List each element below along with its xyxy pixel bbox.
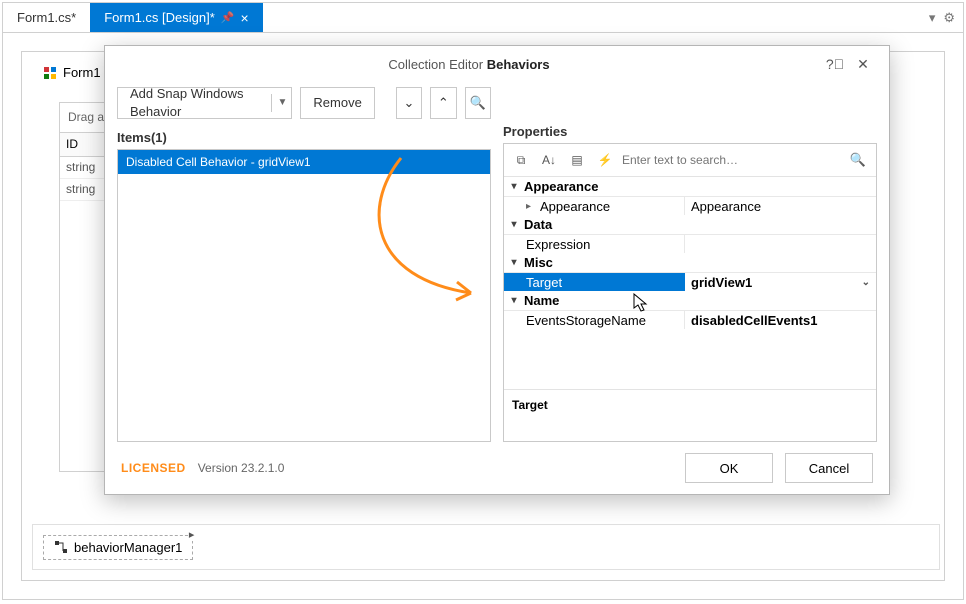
tabstrip-actions: ▾ ⚙ [929,3,963,32]
dialog-right-pane: Properties ⧉ A↓ ▤ ⚡ 🔍 ▾Appearance [503,82,877,442]
property-grid: ⧉ A↓ ▤ ⚡ 🔍 ▾Appearance ▸Appearance [503,143,877,442]
alphabetical-icon[interactable]: A↓ [538,149,560,171]
cancel-button[interactable]: Cancel [785,453,873,483]
gear-icon[interactable]: ⚙ [943,10,955,26]
collapse-icon[interactable]: ▾ [508,219,520,230]
property-row-expression[interactable]: Expression [504,234,876,253]
list-item[interactable]: Disabled Cell Behavior - gridView1 [118,150,490,174]
pin-icon[interactable]: 📌 [221,11,235,24]
form-chip[interactable]: Form1 [35,62,109,83]
search-icon: 🔍 [846,152,870,168]
license-badge: LICENSED [121,461,186,475]
tab-label: Form1.cs [Design]* [104,10,215,25]
chevron-down-icon[interactable]: ⌄ [862,277,870,288]
ide-shell: Form1.cs* Form1.cs [Design]* 📌 × ▾ ⚙ For… [2,2,964,600]
property-row-appearance[interactable]: ▸Appearance Appearance [504,196,876,215]
tray-item-behaviormanager[interactable]: behaviorManager1 ▸ [43,535,193,560]
dialog-body: Add Snap Windows Behavior ▼ Remove ⌄ ⌃ 🔍… [105,82,889,442]
form-icon [43,66,57,80]
items-list[interactable]: Disabled Cell Behavior - gridView1 [117,149,491,442]
category-appearance[interactable]: ▾Appearance [504,177,876,196]
close-icon[interactable]: ✕ [849,56,877,73]
collection-editor-dialog: Collection Editor Behaviors ?⃝ ✕ Add Sna… [104,45,890,495]
add-behavior-label: Add Snap Windows Behavior [130,85,263,121]
component-tray: behaviorManager1 ▸ [32,524,940,570]
component-icon [54,540,68,554]
tab-label: Form1.cs* [17,10,76,25]
items-toolbar: Add Snap Windows Behavior ▼ Remove ⌄ ⌃ 🔍 [117,82,491,124]
property-search[interactable]: 🔍 [622,152,870,168]
tab-form1-cs[interactable]: Form1.cs* [3,3,90,32]
category-data[interactable]: ▾Data [504,215,876,234]
items-section-label: Items(1) [117,130,491,145]
property-description-title: Target [512,398,868,412]
categorized-icon[interactable]: ⧉ [510,149,532,171]
dialog-left-pane: Add Snap Windows Behavior ▼ Remove ⌄ ⌃ 🔍… [117,82,491,442]
ok-button[interactable]: OK [685,453,773,483]
dialog-titlebar: Collection Editor Behaviors ?⃝ ✕ [105,46,889,82]
document-tabstrip: Form1.cs* Form1.cs [Design]* 📌 × ▾ ⚙ [3,3,963,33]
search-input[interactable] [622,153,846,167]
property-row-eventsstoragename[interactable]: EventsStorageName disabledCellEvents1 [504,310,876,329]
tab-form1-design[interactable]: Form1.cs [Design]* 📌 × [90,3,262,32]
expand-icon[interactable]: ▸ [526,201,536,212]
events-icon[interactable]: ⚡ [594,149,616,171]
dialog-title: Collection Editor Behaviors [117,57,821,72]
search-button[interactable]: 🔍 [465,87,491,119]
tab-overflow-icon[interactable]: ▾ [929,10,936,26]
collapse-icon[interactable]: ▾ [508,181,520,192]
version-label: Version 23.2.1.0 [198,461,285,475]
form-chip-label: Form1 [63,65,101,80]
property-row-target[interactable]: Target gridView1⌄ [504,272,876,291]
move-up-button[interactable]: ⌃ [430,87,456,119]
search-icon: 🔍 [470,94,486,112]
property-grid-body[interactable]: ▾Appearance ▸Appearance Appearance ▾Data… [504,177,876,389]
category-misc[interactable]: ▾Misc [504,253,876,272]
chevron-down-icon: ⌄ [403,94,414,112]
smart-tag-icon[interactable]: ▸ [189,528,195,541]
collapse-icon[interactable]: ▾ [508,257,520,268]
category-name[interactable]: ▾Name [504,291,876,310]
help-icon[interactable]: ?⃝ [821,56,849,72]
chevron-down-icon[interactable]: ▼ [271,94,288,112]
chevron-up-icon: ⌃ [438,94,449,112]
remove-button[interactable]: Remove [300,87,374,119]
move-down-button[interactable]: ⌄ [396,87,422,119]
property-pages-icon[interactable]: ▤ [566,149,588,171]
dialog-footer: LICENSED Version 23.2.1.0 OK Cancel [105,442,889,494]
add-behavior-button[interactable]: Add Snap Windows Behavior ▼ [117,87,292,119]
property-toolbar: ⧉ A↓ ▤ ⚡ 🔍 [504,144,876,177]
close-icon[interactable]: × [240,10,248,26]
tray-item-label: behaviorManager1 [74,540,182,555]
properties-section-label: Properties [503,124,877,139]
collapse-icon[interactable]: ▾ [508,295,520,306]
property-description: Target [504,389,876,441]
